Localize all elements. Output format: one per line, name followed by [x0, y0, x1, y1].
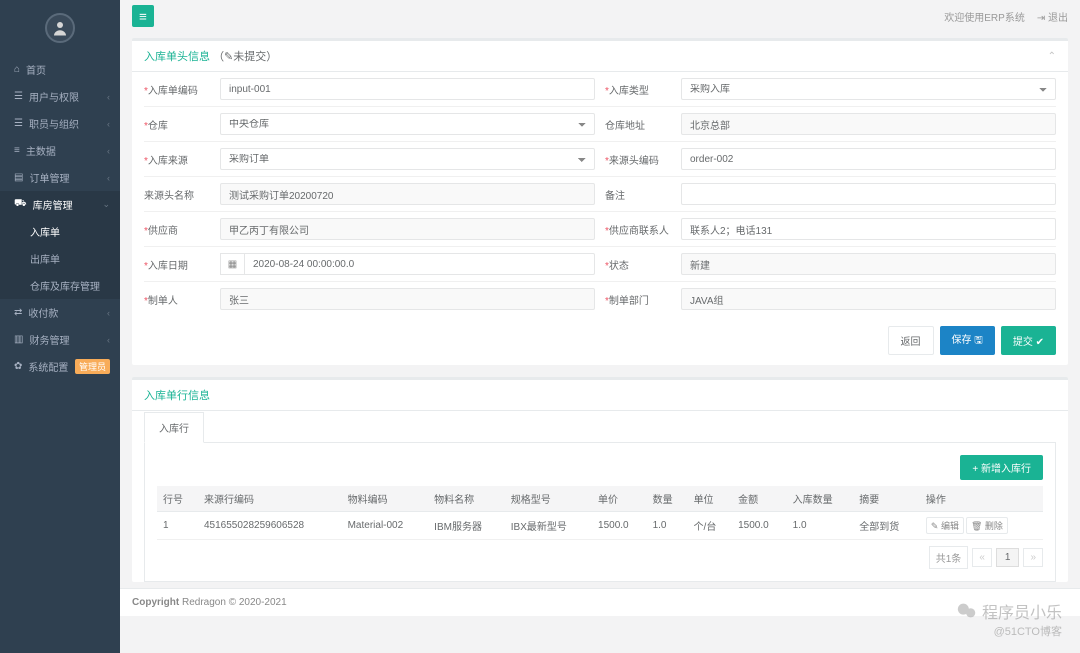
type-select[interactable]: 采购入库 [681, 78, 1056, 100]
org-icon: ☰ [14, 118, 23, 129]
logout-link[interactable]: ⇥ 退出 [1037, 9, 1068, 24]
collapse-icon[interactable]: ⌃ [1048, 51, 1056, 62]
home-icon: ⌂ [14, 64, 20, 75]
maker-input [220, 288, 595, 310]
sidebar-item-home[interactable]: ⌂ 首页 [0, 56, 120, 83]
submit-button[interactable]: 提交 ✔ [1001, 326, 1056, 355]
data-icon: ≡ [14, 145, 20, 156]
lines-panel-title: 入库单行信息 [144, 387, 210, 403]
header-panel: 入库单头信息 （✎未提交） ⌃ *入库单编码 *入库类型采购入库 *仓库中央仓库… [132, 38, 1068, 365]
tab-inbound-lines[interactable]: 入库行 [144, 412, 204, 443]
srccode-input[interactable] [681, 148, 1056, 170]
status-input [681, 253, 1056, 275]
warehouse-select[interactable]: 中央仓库 [220, 113, 595, 135]
page-info: 共1条 [929, 546, 969, 569]
finance-icon: ▥ [14, 334, 23, 345]
save-icon: 🖫 [974, 335, 983, 346]
sidebar-toggle-button[interactable]: ≡ [132, 5, 154, 27]
sidebar-subitem-outbound[interactable]: 出库单 [0, 245, 120, 272]
footer: Copyright Redragon © 2020-2021 [120, 588, 1080, 616]
sidebar-item-org[interactable]: ☰ 职员与组织‹ [0, 110, 120, 137]
row-delete-button[interactable]: 🗑 删除 [966, 517, 1008, 534]
lines-table: 行号 来源行编码 物料编码 物料名称 规格型号 单价 数量 单位 金额 入库数量… [157, 486, 1043, 540]
page-next-button[interactable]: » [1023, 548, 1043, 567]
supplier-input [220, 218, 595, 240]
table-row: 1 451655028259606528 Material-002 IBM服务器… [157, 512, 1043, 540]
sidebar-item-config[interactable]: ✿ 系统配置管理员 [0, 353, 120, 380]
config-icon: ✿ [14, 361, 22, 372]
users-icon: ☰ [14, 91, 23, 102]
header-panel-title: 入库单头信息 （✎未提交） [144, 48, 277, 64]
page-number[interactable]: 1 [996, 548, 1020, 567]
welcome-text: 欢迎使用ERP系统 [944, 9, 1025, 24]
sidebar-item-finance[interactable]: ▥ 财务管理‹ [0, 326, 120, 353]
sidebar-item-payment[interactable]: ⇄ 收付款‹ [0, 299, 120, 326]
remark-input[interactable] [681, 183, 1056, 205]
check-icon: ✔ [1036, 337, 1044, 348]
pay-icon: ⇄ [14, 307, 22, 318]
sidebar-subitem-stock[interactable]: 仓库及库存管理 [0, 272, 120, 299]
sidebar: ⌂ 首页 ☰ 用户与权限‹ ☰ 职员与组织‹ ≡ 主数据‹ ▤ 订单管理‹ ⛟ … [0, 0, 120, 653]
srcname-input [220, 183, 595, 205]
add-line-button[interactable]: + 新增入库行 [960, 455, 1043, 480]
code-input[interactable] [220, 78, 595, 100]
lines-panel: 入库单行信息 入库行 + 新增入库行 行号 来源行编码 物料编码 物料名称 规格… [132, 377, 1068, 582]
order-icon: ▤ [14, 172, 23, 183]
sidebar-subitem-inbound[interactable]: 入库单 [0, 218, 120, 245]
sidebar-item-masterdata[interactable]: ≡ 主数据‹ [0, 137, 120, 164]
warehouse-icon: ⛟ [14, 198, 27, 211]
addr-input [681, 113, 1056, 135]
topbar: ≡ 欢迎使用ERP系统 ⇥ 退出 [120, 0, 1080, 32]
plus-icon: + [972, 464, 978, 475]
calendar-icon[interactable]: ▦ [220, 253, 244, 275]
back-button[interactable]: 返回 [888, 326, 934, 355]
page-prev-button[interactable]: « [972, 548, 992, 567]
dept-input [681, 288, 1056, 310]
source-select[interactable]: 采购订单 [220, 148, 595, 170]
sidebar-item-warehouse[interactable]: ⛟ 库房管理⌄ [0, 191, 120, 218]
save-button[interactable]: 保存 🖫 [940, 326, 995, 355]
sidebar-item-orders[interactable]: ▤ 订单管理‹ [0, 164, 120, 191]
contact-input[interactable] [681, 218, 1056, 240]
delete-icon: 🗑 [971, 521, 982, 531]
edit-icon: ✎ [931, 521, 939, 531]
row-edit-button[interactable]: ✎ 编辑 [926, 517, 964, 534]
avatar [0, 0, 120, 56]
date-input[interactable] [244, 253, 595, 275]
logout-icon: ⇥ [1037, 13, 1045, 24]
sidebar-item-users[interactable]: ☰ 用户与权限‹ [0, 83, 120, 110]
